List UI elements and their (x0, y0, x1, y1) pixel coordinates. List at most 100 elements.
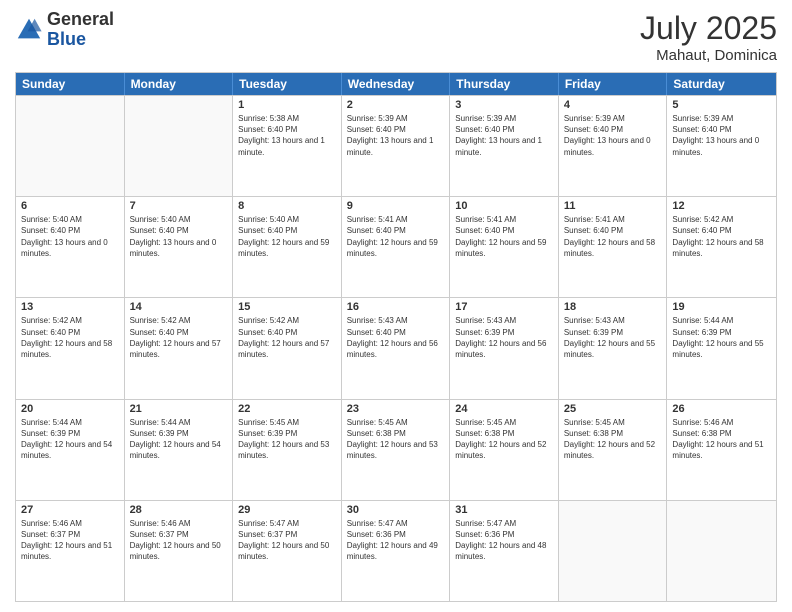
day-info: Sunrise: 5:47 AM Sunset: 6:36 PM Dayligh… (347, 518, 445, 563)
day-number: 4 (564, 99, 662, 111)
day-number: 31 (455, 504, 553, 516)
logo-text: General Blue (47, 10, 114, 50)
day-info: Sunrise: 5:43 AM Sunset: 6:39 PM Dayligh… (564, 315, 662, 360)
day-info: Sunrise: 5:44 AM Sunset: 6:39 PM Dayligh… (672, 315, 771, 360)
day-number: 16 (347, 301, 445, 313)
day-info: Sunrise: 5:45 AM Sunset: 6:38 PM Dayligh… (564, 417, 662, 462)
cal-cell (559, 501, 668, 601)
cal-cell: 13 Sunrise: 5:42 AM Sunset: 6:40 PM Dayli… (16, 298, 125, 398)
cal-cell: 29 Sunrise: 5:47 AM Sunset: 6:37 PM Dayli… (233, 501, 342, 601)
day-info: Sunrise: 5:42 AM Sunset: 6:40 PM Dayligh… (130, 315, 228, 360)
day-number: 3 (455, 99, 553, 111)
cal-cell: 10 Sunrise: 5:41 AM Sunset: 6:40 PM Dayli… (450, 197, 559, 297)
day-number: 25 (564, 403, 662, 415)
day-number: 12 (672, 200, 771, 212)
day-number: 2 (347, 99, 445, 111)
cal-cell: 26Sunrise: 5:46 AM Sunset: 6:38 PM Dayli… (667, 400, 776, 500)
day-info: Sunrise: 5:45 AM Sunset: 6:38 PM Dayligh… (455, 417, 553, 462)
day-info: Sunrise: 5:47 AM Sunset: 6:37 PM Dayligh… (238, 518, 336, 563)
cal-cell (16, 96, 125, 196)
day-number: 19 (672, 301, 771, 313)
header-day-saturday: Saturday (667, 73, 776, 95)
location-title: Mahaut, Dominica (640, 47, 777, 64)
cal-cell: 2 Sunrise: 5:39 AM Sunset: 6:40 PM Daylig… (342, 96, 451, 196)
header-day-wednesday: Wednesday (342, 73, 451, 95)
header-day-monday: Monday (125, 73, 234, 95)
cal-cell: 25 Sunrise: 5:45 AM Sunset: 6:38 PM Dayli… (559, 400, 668, 500)
day-info: Sunrise: 5:40 AM Sunset: 6:40 PM Dayligh… (238, 214, 336, 259)
week-row-1: 1 Sunrise: 5:38 AM Sunset: 6:40 PM Daylig… (16, 95, 776, 196)
cal-cell: 30 Sunrise: 5:47 AM Sunset: 6:36 PM Dayli… (342, 501, 451, 601)
day-info: Sunrise: 5:39 AM Sunset: 6:40 PM Dayligh… (347, 113, 445, 158)
day-number: 22 (238, 403, 336, 415)
day-info: Sunrise: 5:43 AM Sunset: 6:39 PM Dayligh… (455, 315, 553, 360)
week-row-3: 13 Sunrise: 5:42 AM Sunset: 6:40 PM Dayli… (16, 297, 776, 398)
cal-cell: 1 Sunrise: 5:38 AM Sunset: 6:40 PM Daylig… (233, 96, 342, 196)
header-day-sunday: Sunday (16, 73, 125, 95)
cal-cell: 11Sunrise: 5:41 AM Sunset: 6:40 PM Dayli… (559, 197, 668, 297)
calendar-header: SundayMondayTuesdayWednesdayThursdayFrid… (16, 73, 776, 95)
day-number: 30 (347, 504, 445, 516)
day-info: Sunrise: 5:39 AM Sunset: 6:40 PM Dayligh… (672, 113, 771, 158)
day-number: 29 (238, 504, 336, 516)
header-day-tuesday: Tuesday (233, 73, 342, 95)
cal-cell: 9 Sunrise: 5:41 AM Sunset: 6:40 PM Daylig… (342, 197, 451, 297)
day-number: 20 (21, 403, 119, 415)
day-info: Sunrise: 5:39 AM Sunset: 6:40 PM Dayligh… (455, 113, 553, 158)
cal-cell: 5 Sunrise: 5:39 AM Sunset: 6:40 PM Daylig… (667, 96, 776, 196)
cal-cell: 28Sunrise: 5:46 AM Sunset: 6:37 PM Dayli… (125, 501, 234, 601)
cal-cell: 7 Sunrise: 5:40 AM Sunset: 6:40 PM Daylig… (125, 197, 234, 297)
month-title: July 2025 (640, 10, 777, 47)
cal-cell: 23Sunrise: 5:45 AM Sunset: 6:38 PM Dayli… (342, 400, 451, 500)
cal-cell: 14Sunrise: 5:42 AM Sunset: 6:40 PM Dayli… (125, 298, 234, 398)
day-info: Sunrise: 5:44 AM Sunset: 6:39 PM Dayligh… (130, 417, 228, 462)
day-number: 1 (238, 99, 336, 111)
cal-cell: 27 Sunrise: 5:46 AM Sunset: 6:37 PM Dayli… (16, 501, 125, 601)
header: General Blue July 2025 Mahaut, Dominica (15, 10, 777, 64)
day-info: Sunrise: 5:44 AM Sunset: 6:39 PM Dayligh… (21, 417, 119, 462)
calendar-body: 1 Sunrise: 5:38 AM Sunset: 6:40 PM Daylig… (16, 95, 776, 601)
day-info: Sunrise: 5:39 AM Sunset: 6:40 PM Dayligh… (564, 113, 662, 158)
cal-cell: 22Sunrise: 5:45 AM Sunset: 6:39 PM Dayli… (233, 400, 342, 500)
cal-cell: 15 Sunrise: 5:42 AM Sunset: 6:40 PM Dayli… (233, 298, 342, 398)
calendar: SundayMondayTuesdayWednesdayThursdayFrid… (15, 72, 777, 602)
day-info: Sunrise: 5:40 AM Sunset: 6:40 PM Dayligh… (130, 214, 228, 259)
week-row-4: 20 Sunrise: 5:44 AM Sunset: 6:39 PM Dayli… (16, 399, 776, 500)
day-number: 8 (238, 200, 336, 212)
cal-cell: 21Sunrise: 5:44 AM Sunset: 6:39 PM Dayli… (125, 400, 234, 500)
day-number: 18 (564, 301, 662, 313)
week-row-5: 27 Sunrise: 5:46 AM Sunset: 6:37 PM Dayli… (16, 500, 776, 601)
day-info: Sunrise: 5:38 AM Sunset: 6:40 PM Dayligh… (238, 113, 336, 158)
day-number: 10 (455, 200, 553, 212)
cal-cell: 6Sunrise: 5:40 AM Sunset: 6:40 PM Daylig… (16, 197, 125, 297)
day-info: Sunrise: 5:46 AM Sunset: 6:37 PM Dayligh… (130, 518, 228, 563)
day-number: 5 (672, 99, 771, 111)
cal-cell: 12 Sunrise: 5:42 AM Sunset: 6:40 PM Dayli… (667, 197, 776, 297)
week-row-2: 6Sunrise: 5:40 AM Sunset: 6:40 PM Daylig… (16, 196, 776, 297)
day-info: Sunrise: 5:45 AM Sunset: 6:38 PM Dayligh… (347, 417, 445, 462)
header-day-friday: Friday (559, 73, 668, 95)
day-info: Sunrise: 5:42 AM Sunset: 6:40 PM Dayligh… (672, 214, 771, 259)
cal-cell: 18 Sunrise: 5:43 AM Sunset: 6:39 PM Dayli… (559, 298, 668, 398)
cal-cell: 24 Sunrise: 5:45 AM Sunset: 6:38 PM Dayli… (450, 400, 559, 500)
cal-cell: 3 Sunrise: 5:39 AM Sunset: 6:40 PM Daylig… (450, 96, 559, 196)
day-info: Sunrise: 5:40 AM Sunset: 6:40 PM Dayligh… (21, 214, 119, 259)
logo: General Blue (15, 10, 114, 50)
day-info: Sunrise: 5:41 AM Sunset: 6:40 PM Dayligh… (347, 214, 445, 259)
day-info: Sunrise: 5:42 AM Sunset: 6:40 PM Dayligh… (21, 315, 119, 360)
day-info: Sunrise: 5:42 AM Sunset: 6:40 PM Dayligh… (238, 315, 336, 360)
day-info: Sunrise: 5:41 AM Sunset: 6:40 PM Dayligh… (455, 214, 553, 259)
day-number: 17 (455, 301, 553, 313)
day-number: 11 (564, 200, 662, 212)
day-number: 15 (238, 301, 336, 313)
day-number: 9 (347, 200, 445, 212)
day-number: 26 (672, 403, 771, 415)
cal-cell (667, 501, 776, 601)
cal-cell: 31Sunrise: 5:47 AM Sunset: 6:36 PM Dayli… (450, 501, 559, 601)
day-number: 13 (21, 301, 119, 313)
day-number: 27 (21, 504, 119, 516)
day-number: 7 (130, 200, 228, 212)
logo-general: General (47, 9, 114, 29)
day-info: Sunrise: 5:46 AM Sunset: 6:37 PM Dayligh… (21, 518, 119, 563)
day-number: 24 (455, 403, 553, 415)
